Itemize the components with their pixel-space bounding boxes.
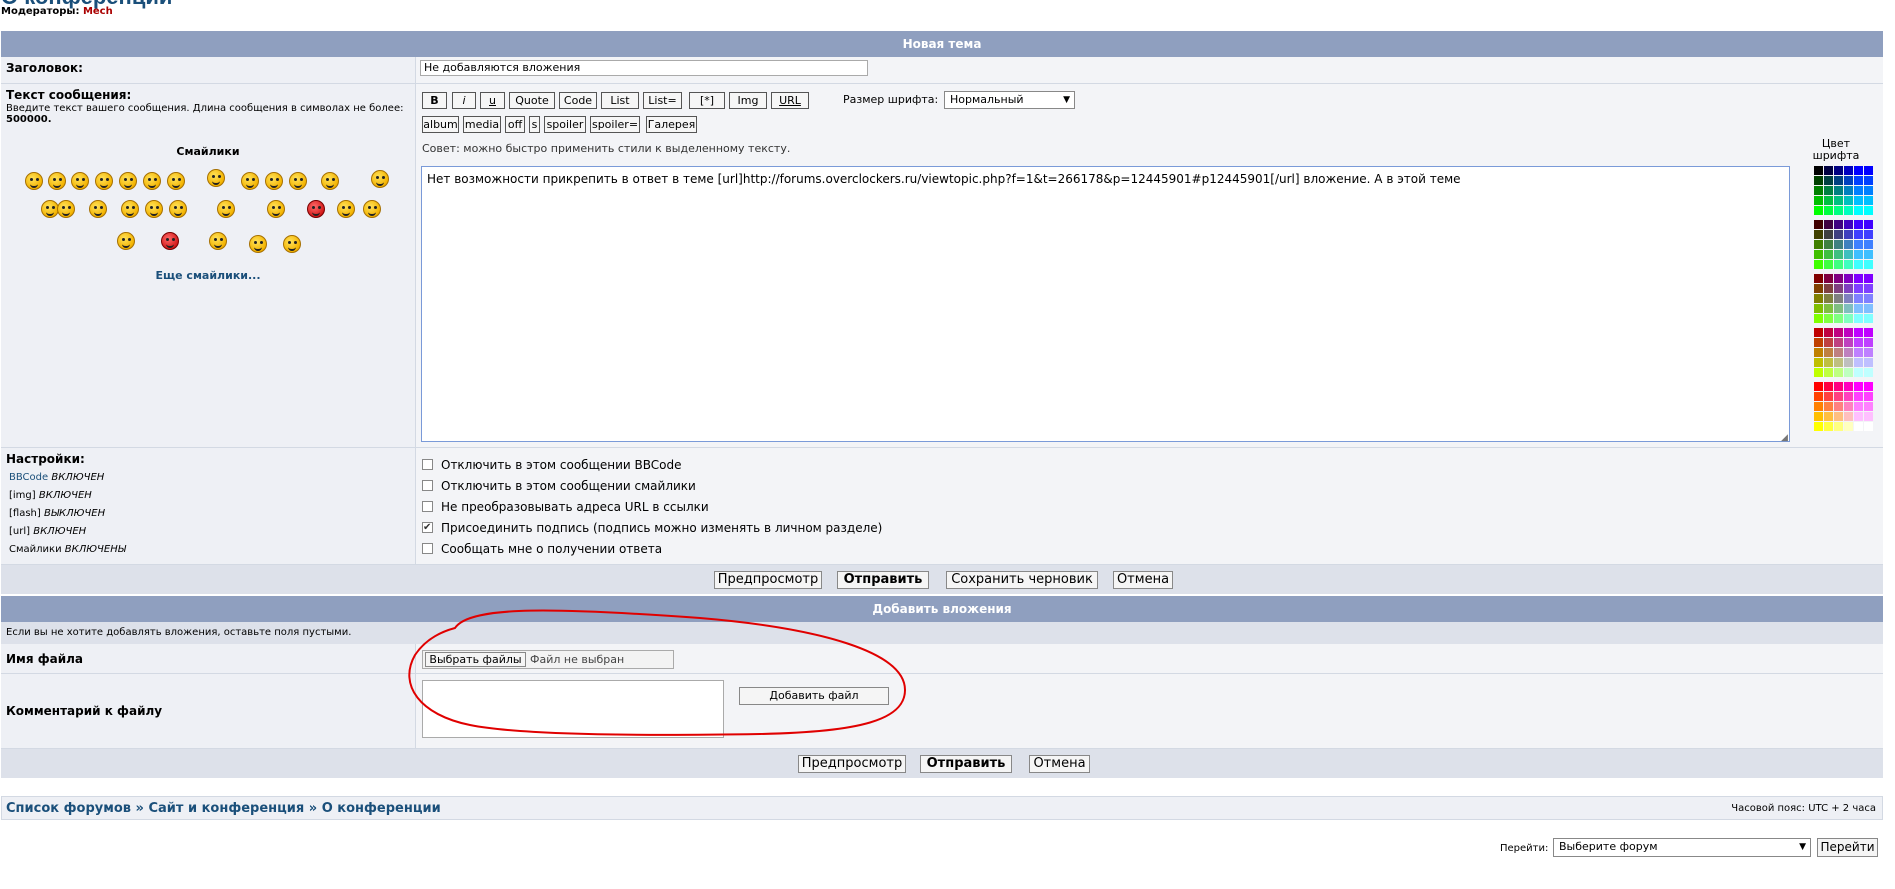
breadcrumb-about[interactable]: О конференции — [322, 801, 441, 816]
breadcrumb-site[interactable]: Сайт и конференция — [148, 801, 304, 816]
breadcrumb-separator: » — [308, 801, 318, 816]
breadcrumb: Список форумов » Сайт и конференция » О … — [6, 801, 441, 816]
jump-label: Перейти: — [1500, 843, 1549, 854]
jump-select-value: Выберите форум — [1559, 840, 1658, 853]
jump-button[interactable]: Перейти — [1817, 838, 1878, 857]
breadcrumb-separator: » — [135, 801, 144, 816]
jump-forum-select[interactable]: Выберите форум ▼ — [1553, 838, 1811, 857]
timezone: Часовой пояс: UTC + 2 часа — [1731, 803, 1876, 814]
breadcrumb-forum-list[interactable]: Список форумов — [6, 801, 131, 816]
annotation-ellipse — [408, 609, 907, 736]
chevron-down-icon: ▼ — [1799, 842, 1806, 852]
breadcrumb-bar: Список форумов » Сайт и конференция » О … — [1, 796, 1883, 820]
